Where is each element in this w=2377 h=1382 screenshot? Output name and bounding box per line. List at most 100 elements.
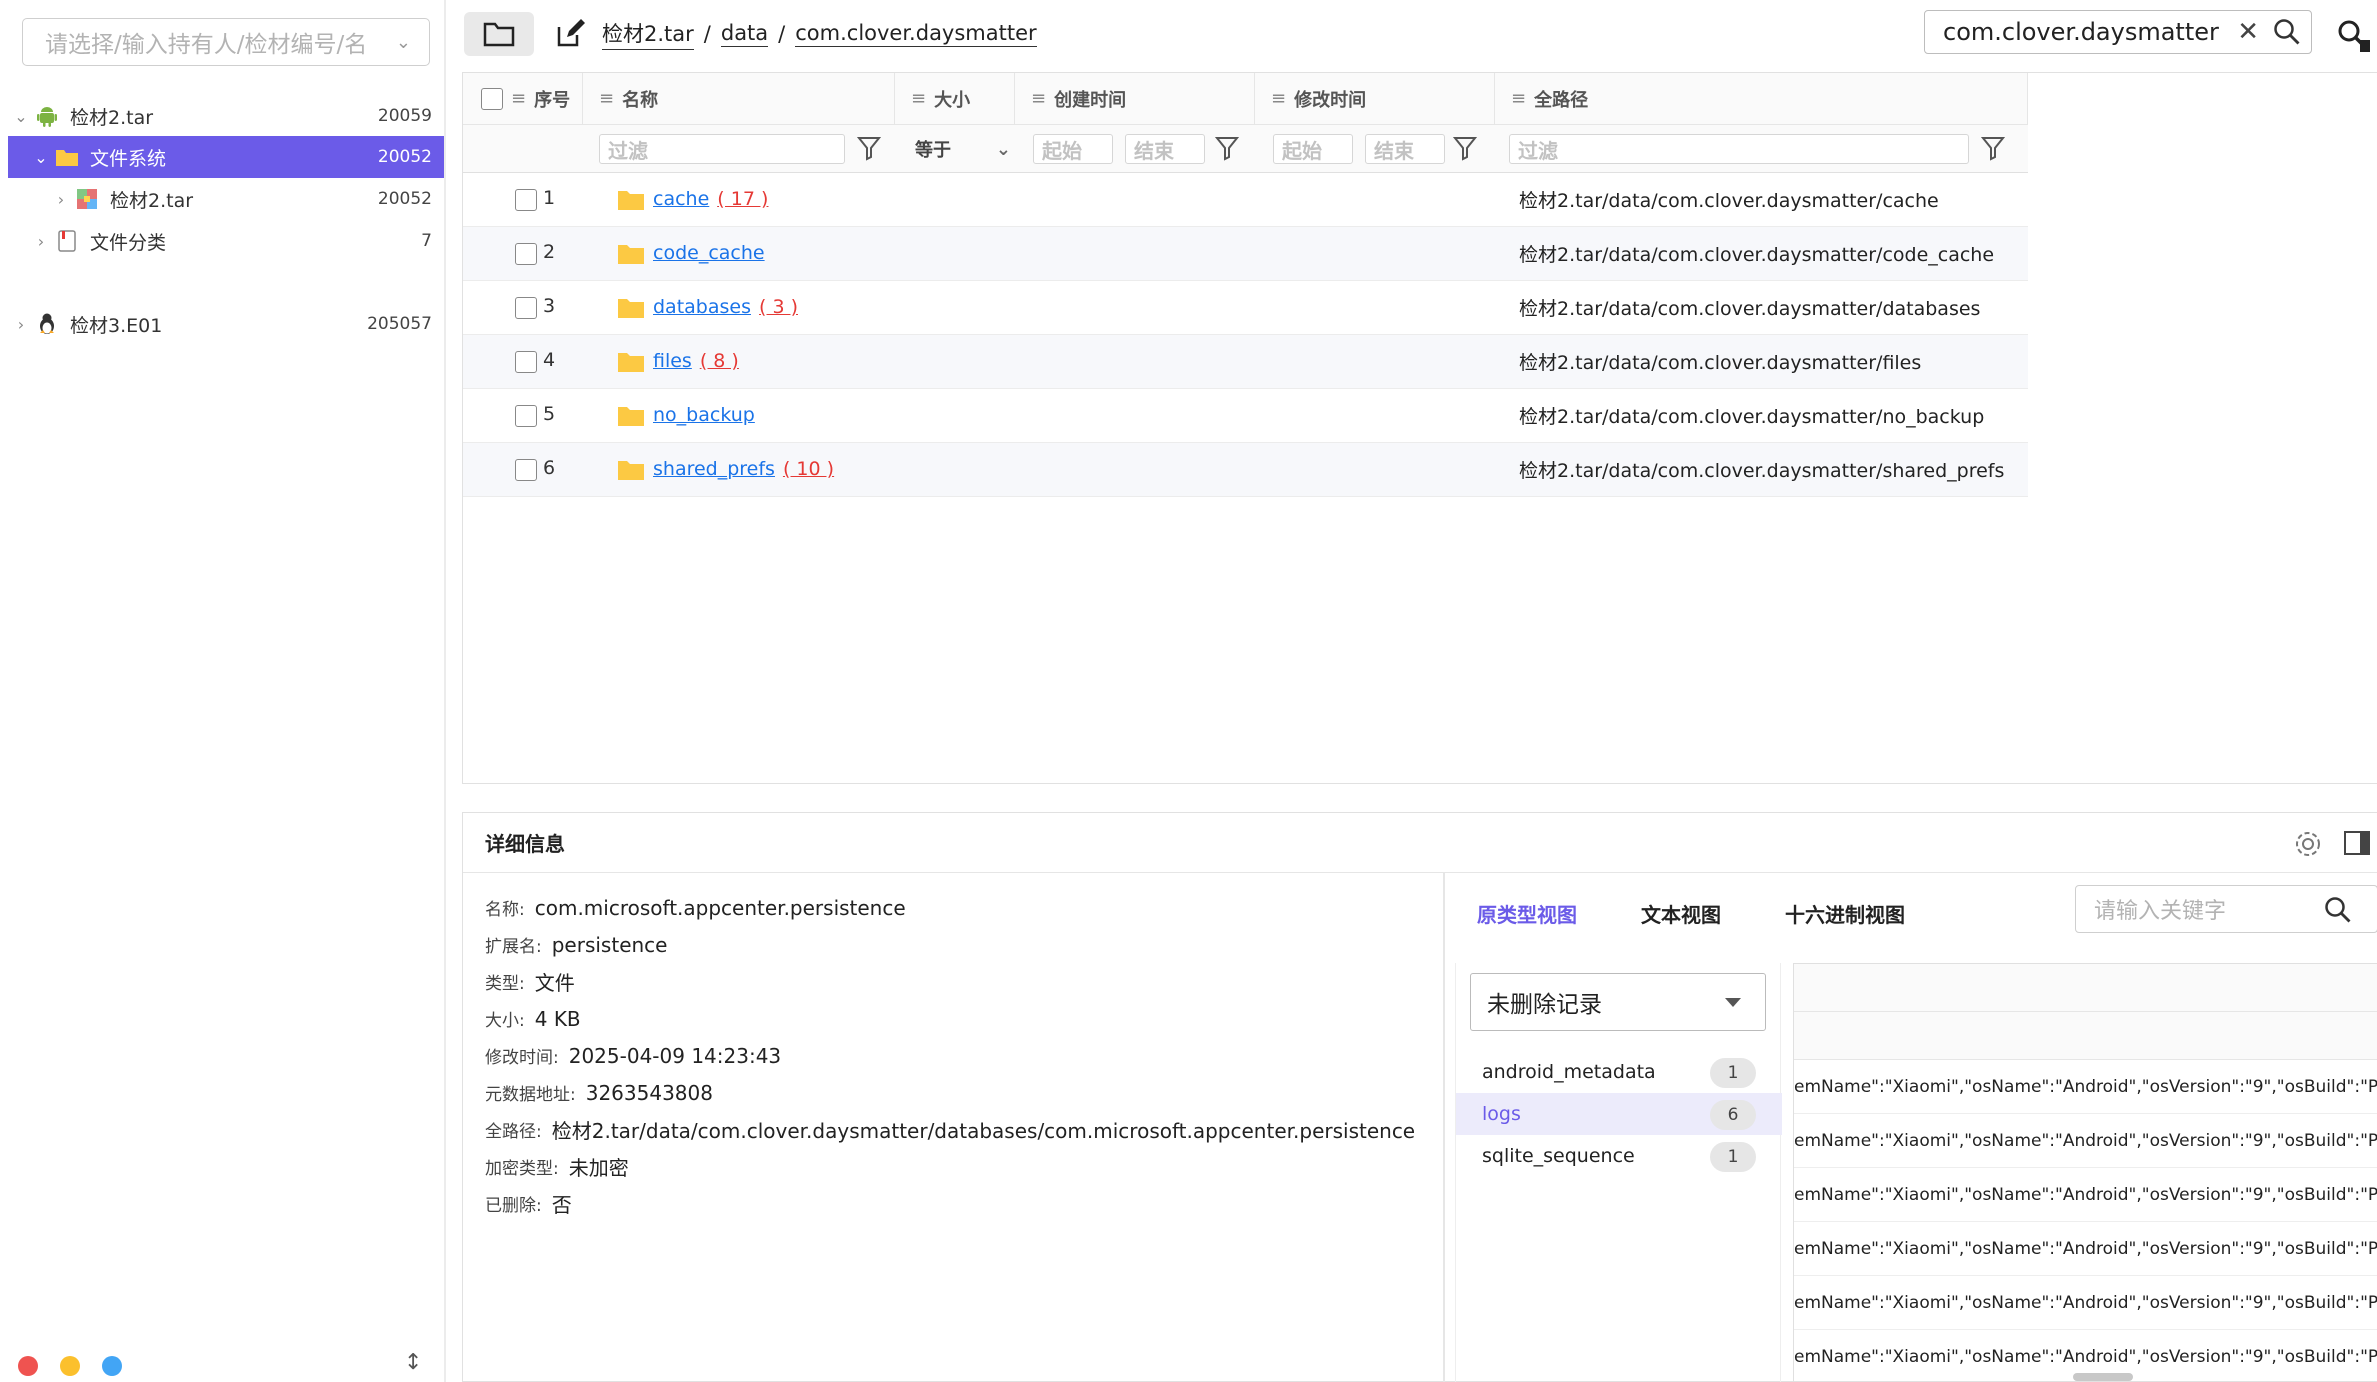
table-row[interactable]: 6 shared_prefs ( 10 ) 检材2.tar/data/com.cl… bbox=[463, 443, 2028, 497]
prop-key: 已删除: bbox=[485, 1196, 542, 1216]
advanced-search-icon[interactable] bbox=[2336, 18, 2370, 52]
column-menu-icon[interactable]: ≡ bbox=[911, 88, 926, 109]
table-row[interactable]: 1 cache ( 17 ) 检材2.tar/data/com.clover.da… bbox=[463, 173, 2028, 227]
tree-item-label: 文件系统 bbox=[90, 147, 167, 170]
column-menu-icon[interactable]: ≡ bbox=[1031, 88, 1046, 109]
column-menu-icon[interactable]: ≡ bbox=[1271, 88, 1286, 109]
size-operator-select[interactable]: 等于 ⌄ bbox=[915, 134, 1011, 164]
prop-key: 大小: bbox=[485, 1011, 525, 1031]
row-name-link[interactable]: code_cache bbox=[653, 242, 773, 264]
filter-icon[interactable] bbox=[1215, 135, 1239, 161]
chevron-down-icon[interactable]: ⌄ bbox=[28, 148, 54, 167]
search-icon[interactable] bbox=[2273, 18, 2301, 46]
chevron-down-icon[interactable]: ⌄ bbox=[8, 107, 34, 126]
data-row[interactable]: emName":"Xiaomi","osName":"Android","osV… bbox=[1794, 1276, 2377, 1330]
chevron-right-icon[interactable]: › bbox=[28, 232, 54, 251]
panel-divider[interactable] bbox=[1443, 873, 1445, 1382]
header-modified[interactable]: ≡ 修改时间 bbox=[1255, 73, 1495, 124]
header-label: 大小 bbox=[934, 89, 971, 111]
table-list-item[interactable]: logs 6 bbox=[1456, 1093, 1782, 1135]
created-end-input[interactable]: 结束 bbox=[1125, 134, 1205, 164]
prop-metadata-address: 元数据地址: 3263543808 bbox=[485, 1074, 1485, 1111]
name-filter-input[interactable]: 过滤 bbox=[599, 134, 845, 164]
modified-end-input[interactable]: 结束 bbox=[1365, 134, 1445, 164]
data-row[interactable]: emName":"Xiaomi","osName":"Android","osV… bbox=[1794, 1168, 2377, 1222]
tab-hex-view[interactable]: 十六进制视图 bbox=[1785, 899, 1905, 928]
created-start-input[interactable]: 起始 bbox=[1033, 134, 1113, 164]
table-row[interactable]: 4 files ( 8 ) 检材2.tar/data/com.clover.day… bbox=[463, 335, 2028, 389]
breadcrumb-item[interactable]: data bbox=[720, 21, 769, 47]
prop-value: com.microsoft.appcenter.persistence bbox=[534, 895, 906, 920]
column-menu-icon[interactable]: ≡ bbox=[599, 88, 614, 109]
modified-start-input[interactable]: 起始 bbox=[1273, 134, 1353, 164]
tree-item-file-category[interactable]: › 文件分类 7 bbox=[8, 220, 444, 262]
table-list-item[interactable]: sqlite_sequence 1 bbox=[1456, 1135, 1782, 1177]
filter-icon[interactable] bbox=[1981, 135, 2005, 161]
tab-text-view[interactable]: 文本视图 bbox=[1641, 899, 1721, 928]
header-name[interactable]: ≡ 名称 bbox=[583, 73, 895, 124]
record-filter-select[interactable]: 未删除记录 bbox=[1470, 973, 1766, 1031]
row-checkbox[interactable] bbox=[515, 405, 537, 427]
side-panel-icon[interactable] bbox=[2343, 829, 2371, 857]
prop-value: 否 bbox=[551, 1193, 572, 1217]
close-dot[interactable] bbox=[18, 1356, 38, 1376]
row-name-link[interactable]: no_backup bbox=[653, 404, 763, 426]
row-name-link[interactable]: files ( 8 ) bbox=[653, 350, 739, 372]
chevron-down-icon: ⌄ bbox=[395, 31, 411, 53]
clear-icon[interactable]: ✕ bbox=[2237, 17, 2259, 47]
data-row[interactable]: emName":"Xiaomi","osName":"Android","osV… bbox=[1794, 1114, 2377, 1168]
gear-icon[interactable] bbox=[2293, 829, 2323, 859]
table-row[interactable]: 3 databases ( 3 ) 检材2.tar/data/com.clover… bbox=[463, 281, 2028, 335]
table-row[interactable]: 5 no_backup 检材2.tar/data/com.clover.days… bbox=[463, 389, 2028, 443]
row-checkbox[interactable] bbox=[515, 459, 537, 481]
edit-path-button[interactable] bbox=[552, 16, 588, 52]
tree-item-archive[interactable]: › 检材2.tar 20052 bbox=[8, 178, 444, 220]
column-menu-icon[interactable]: ≡ bbox=[511, 88, 526, 109]
path-filter-input[interactable]: 过滤 bbox=[1509, 134, 1969, 164]
size-operator-value: 等于 bbox=[915, 140, 951, 161]
prop-name: 名称: com.microsoft.appcenter.persistence bbox=[485, 889, 1485, 926]
select-all-checkbox[interactable] bbox=[481, 87, 503, 110]
breadcrumb-item[interactable]: com.clover.daysmatter bbox=[795, 21, 1037, 47]
path-search-input[interactable]: com.clover.daysmatter ✕ bbox=[1924, 10, 2312, 54]
header-size[interactable]: ≡ 大小 bbox=[895, 73, 1015, 124]
row-checkbox[interactable] bbox=[515, 297, 537, 319]
column-menu-icon[interactable]: ≡ bbox=[1511, 88, 1526, 109]
horizontal-scrollbar[interactable] bbox=[2073, 1373, 2133, 1381]
row-name-link[interactable]: cache ( 17 ) bbox=[653, 188, 768, 210]
header-index[interactable]: ≡ 序号 bbox=[463, 73, 583, 124]
row-path: 检材2.tar/data/com.clover.daysmatter/files bbox=[1519, 352, 1922, 374]
header-path[interactable]: ≡ 全路径 bbox=[1495, 73, 2028, 124]
keyword-search-input[interactable]: 请输入关键字 bbox=[2075, 885, 2377, 933]
row-checkbox[interactable] bbox=[515, 351, 537, 373]
tree-item-evidence3[interactable]: › 检材3.E01 205057 bbox=[8, 303, 444, 345]
table-list-item[interactable]: android_metadata 1 bbox=[1456, 1051, 1782, 1093]
filter-icon[interactable] bbox=[857, 135, 881, 161]
row-name-link[interactable]: shared_prefs ( 10 ) bbox=[653, 458, 834, 480]
open-folder-button[interactable] bbox=[464, 12, 534, 56]
owner-select[interactable]: 请选择/输入持有人/检材编号/名 ⌄ bbox=[22, 18, 430, 66]
chevron-right-icon[interactable]: › bbox=[48, 190, 74, 209]
table-row[interactable]: 2 code_cache 检材2.tar/data/com.clover.day… bbox=[463, 227, 2028, 281]
search-icon[interactable] bbox=[2324, 896, 2352, 924]
table-header: ≡ 序号 ≡ 名称 ≡ 大小 ≡ 创建时间 ≡ 修改时间 ≡ 全路径 bbox=[463, 73, 2028, 125]
row-child-count: ( 3 ) bbox=[759, 296, 798, 318]
maximize-dot[interactable] bbox=[102, 1356, 122, 1376]
breadcrumb-item[interactable]: 检材2.tar bbox=[602, 18, 694, 50]
minimize-dot[interactable] bbox=[60, 1356, 80, 1376]
row-name-link[interactable]: databases ( 3 ) bbox=[653, 296, 798, 318]
tab-native-view[interactable]: 原类型视图 bbox=[1477, 899, 1577, 928]
prop-key: 类型: bbox=[485, 974, 525, 994]
row-checkbox[interactable] bbox=[515, 189, 537, 211]
data-row[interactable]: emName":"Xiaomi","osName":"Android","osV… bbox=[1794, 1222, 2377, 1276]
folder-icon bbox=[618, 407, 644, 426]
chevron-right-icon[interactable]: › bbox=[8, 315, 34, 334]
collapse-tree-icon[interactable]: ↕ bbox=[404, 1350, 422, 1375]
tree-item-filesystem[interactable]: ⌄ 文件系统 20052 bbox=[8, 136, 444, 178]
row-checkbox[interactable] bbox=[515, 243, 537, 265]
filter-icon[interactable] bbox=[1453, 135, 1477, 161]
row-name: files bbox=[653, 350, 692, 372]
header-created[interactable]: ≡ 创建时间 bbox=[1015, 73, 1255, 124]
tree-item-evidence2[interactable]: ⌄ 检材2.tar 20059 bbox=[8, 95, 444, 137]
data-row[interactable]: emName":"Xiaomi","osName":"Android","osV… bbox=[1794, 1060, 2377, 1114]
